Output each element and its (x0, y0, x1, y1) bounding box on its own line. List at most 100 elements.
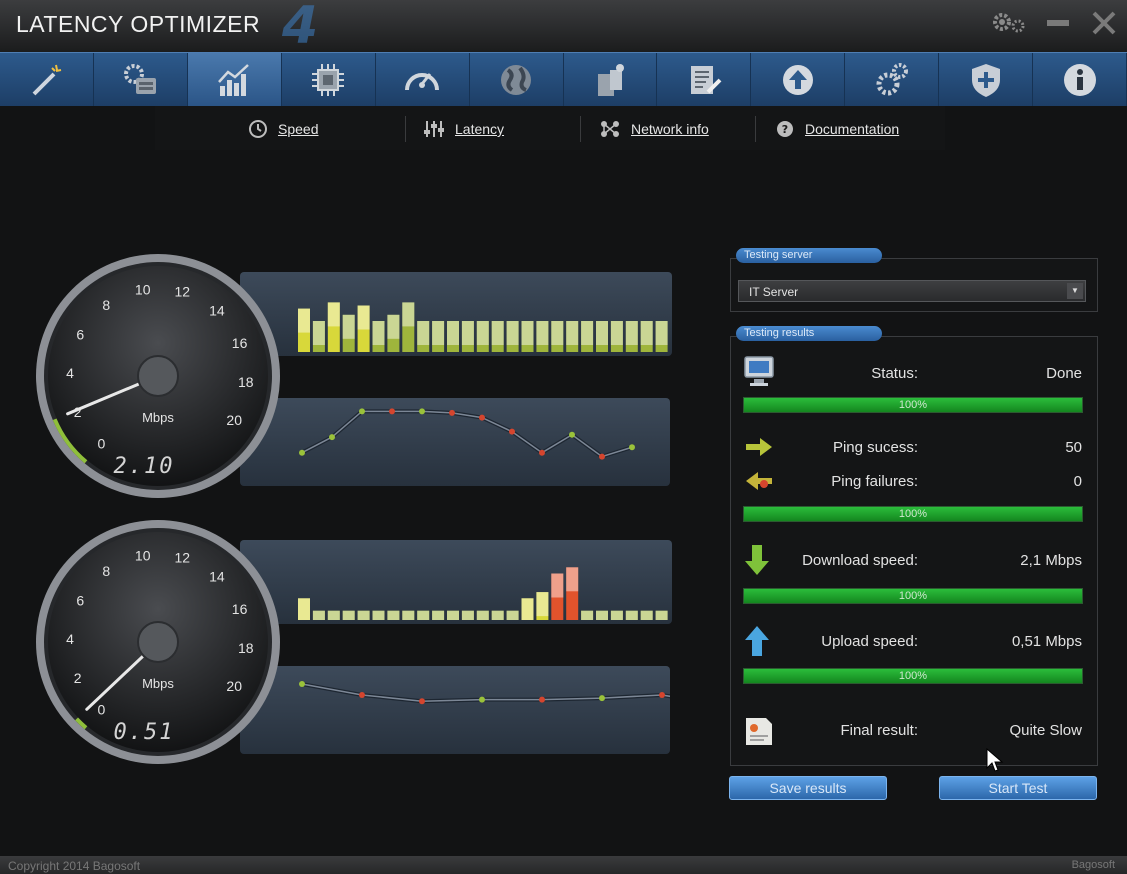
subnav-separator (755, 116, 756, 142)
line-graph-point (479, 696, 485, 703)
line-graph-shadow (301, 409, 633, 459)
subnav-documentation-label: Documentation (805, 121, 900, 137)
line-graph-point (479, 414, 485, 421)
toolbar-settings[interactable] (845, 53, 940, 106)
final-result-value: Quite Slow (1009, 722, 1082, 739)
gauge-unit-label: Mbps (142, 676, 174, 691)
start-test-button[interactable]: Start Test (939, 776, 1097, 800)
network-nodes-icon (601, 121, 619, 137)
subnav-latency[interactable]: Latency (423, 118, 504, 140)
line-graph-point (539, 449, 545, 456)
equalizer-icon (424, 121, 444, 137)
download-bar-graph (298, 302, 668, 352)
line-graph-point (509, 428, 515, 435)
bar-graph-bar-highlight (506, 610, 519, 620)
status-bar: Copyright 2014 Bagosoft Bagosoft (0, 856, 1127, 874)
bar-graph-bar-highlight (357, 305, 370, 330)
gauge-tick-label: 4 (66, 631, 74, 647)
clock-icon (249, 120, 267, 138)
status-value: Done (1046, 365, 1082, 382)
bar-graph-bar-highlight (312, 610, 325, 620)
download-line-graph (299, 408, 635, 460)
bar-graph-bar-highlight (551, 573, 564, 598)
ping-failures-value: 0 (1073, 473, 1082, 490)
toolbar-speedometer[interactable] (376, 53, 470, 106)
gauge-tick-label: 16 (232, 335, 248, 351)
bar-graph-bar-highlight (566, 321, 579, 345)
bar-graph-bar-highlight (625, 321, 638, 345)
server-select[interactable]: IT Server ▼ (738, 280, 1086, 302)
settings-icon[interactable] (990, 10, 1025, 36)
ping-failures-label: Ping failures: (831, 473, 918, 490)
line-graph-point (329, 434, 335, 441)
bar-graph-bar-highlight (521, 598, 534, 620)
testing-server-label: Testing server (736, 248, 882, 263)
app-version: 4 (282, 0, 319, 56)
download-speed-value: 2,1 Mbps (1020, 552, 1082, 569)
toolbar-speed-test[interactable] (187, 53, 282, 106)
toolbar-update[interactable] (751, 53, 846, 106)
toolbar-security[interactable] (939, 53, 1034, 106)
toolbar-optimize[interactable] (564, 53, 658, 106)
download-progress-text: 100% (898, 590, 928, 602)
line-graph-point (539, 696, 545, 703)
bar-graph-bar-highlight (357, 610, 370, 620)
gauge-tick-label: 12 (174, 549, 190, 565)
gauge-tick-label: 14 (209, 569, 225, 585)
sub-navigation: Speed Latency Network info ? Documentati… (155, 106, 945, 150)
toolbar-hardware[interactable] (94, 53, 188, 106)
download-bar-graph-panel (240, 272, 672, 356)
bar-graph-bar-highlight (581, 610, 594, 620)
save-results-button[interactable]: Save results (729, 776, 887, 800)
toolbar-about[interactable] (1033, 53, 1127, 106)
speedometer-icon (405, 72, 440, 90)
line-graph-shadow (301, 682, 783, 739)
subnav-network-info[interactable]: Network info (599, 118, 709, 140)
ping-success-label: Ping sucess: (832, 439, 918, 456)
toolbar-cpu[interactable] (282, 53, 376, 106)
gauge-tick-label: 18 (238, 640, 254, 656)
bar-graph-bar-highlight (402, 302, 415, 327)
upload-progress-bar: 100% (743, 668, 1083, 684)
bar-graph-bar-highlight (372, 321, 385, 345)
globe-icon (501, 64, 532, 95)
bar-graph-bar-highlight (476, 321, 489, 345)
bar-graph-bar-highlight (298, 598, 310, 620)
close-icon[interactable] (1090, 10, 1120, 36)
bar-graph-bar-highlight (655, 321, 668, 345)
bar-graph-bar-highlight (640, 321, 653, 345)
testing-results-label: Testing results (736, 326, 882, 341)
gauge-tick-label: 0 (98, 701, 106, 717)
line-graph-point (359, 691, 365, 698)
line-graph-series (301, 683, 783, 737)
bar-graph-bar-highlight (461, 610, 474, 620)
bar-graph-bar-highlight (536, 592, 549, 617)
subnav-speed[interactable]: Speed (248, 118, 318, 140)
gauge-digital-readout: 0.51 (114, 720, 175, 745)
toolbar-network[interactable] (470, 53, 564, 106)
gauge-digital-readout: 2.10 (114, 454, 175, 479)
toolbar-report[interactable] (657, 53, 752, 106)
subnav-documentation[interactable]: ? Documentation (775, 118, 899, 140)
gauge-tick-label: 4 (66, 365, 74, 381)
bar-graph-bar-highlight (640, 610, 653, 620)
bar-graph-bar-highlight (596, 321, 608, 345)
minimize-icon[interactable] (1044, 10, 1074, 36)
gauge-tick-label: 6 (76, 593, 84, 609)
gears-icon (876, 62, 908, 95)
gauge-unit-label: Mbps (142, 410, 174, 425)
upload-speed-value: 0,51 Mbps (1011, 633, 1082, 650)
gauge-tick-label: 2 (74, 670, 82, 686)
download-line-graph-panel (240, 398, 670, 486)
upload-speed-label: Upload speed: (821, 633, 918, 650)
upload-line-graph (299, 681, 785, 740)
bar-graph-bar-highlight (610, 610, 623, 620)
status-progress-bar: 100% (743, 397, 1083, 413)
chevron-down-icon[interactable]: ▼ (1067, 283, 1083, 299)
toolbar-magic-wand[interactable] (0, 53, 94, 106)
download-progress-bar: 100% (743, 588, 1083, 604)
line-graph-point (419, 408, 425, 415)
bar-graph-bar-highlight (447, 321, 459, 345)
bar-graph-bar-highlight (447, 610, 459, 620)
bar-graph-bar-highlight (327, 302, 340, 327)
